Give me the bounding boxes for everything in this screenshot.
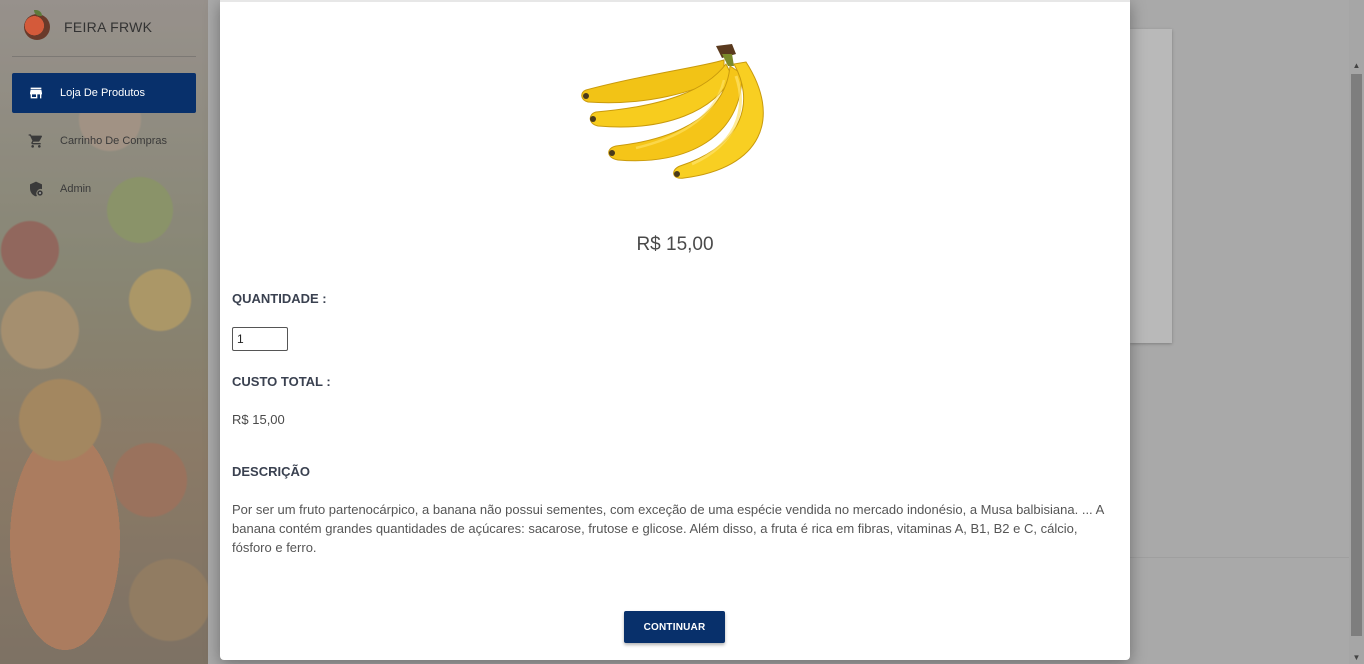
- cart-icon: [28, 133, 44, 149]
- description-label: DESCRIÇÃO: [232, 464, 311, 479]
- product-price: R$ 15,00: [636, 234, 714, 255]
- banana-image: [581, 44, 764, 179]
- total-cost-value: R$ 15,00: [232, 412, 285, 427]
- fruit-logo-icon: [24, 10, 50, 40]
- brand[interactable]: FEIRA FRWK: [24, 10, 153, 40]
- scroll-up-arrow-icon[interactable]: ▲: [1352, 62, 1361, 70]
- scrollbar-thumb[interactable]: [1351, 74, 1362, 636]
- continue-button[interactable]: CONTINUAR: [624, 611, 725, 643]
- background-divider: [1130, 557, 1350, 558]
- description-text: Por ser um fruto partenocárpico, a banan…: [232, 502, 1104, 555]
- quantity-input[interactable]: [232, 327, 288, 351]
- sidebar-item-label: Carrinho De Compras: [60, 135, 167, 147]
- modal-top-border: [220, 0, 1130, 2]
- admin-shield-icon: [28, 181, 44, 197]
- page-scrollbar[interactable]: ▲ ▼: [1349, 0, 1364, 664]
- divider: [12, 56, 196, 57]
- store-icon: [28, 85, 44, 101]
- sidebar-item-label: Admin: [60, 183, 92, 195]
- scroll-down-arrow-icon[interactable]: ▼: [1352, 654, 1361, 662]
- brand-name: FEIRA FRWK: [64, 19, 153, 35]
- product-detail-modal: R$ 15,00 QUANTIDADE : CUSTO TOTAL : R$ 1…: [220, 0, 1130, 660]
- sidebar-item-carrinho-de-compras[interactable]: Carrinho De Compras: [12, 121, 196, 161]
- background-product-card: [1130, 29, 1172, 343]
- total-cost-label: CUSTO TOTAL :: [232, 374, 331, 389]
- quantity-label: QUANTIDADE :: [232, 291, 327, 306]
- sidebar-item-admin[interactable]: Admin: [12, 169, 196, 209]
- sidebar-item-label: Loja De Produtos: [60, 87, 145, 99]
- sidebar-item-loja-de-produtos[interactable]: Loja De Produtos: [12, 73, 196, 113]
